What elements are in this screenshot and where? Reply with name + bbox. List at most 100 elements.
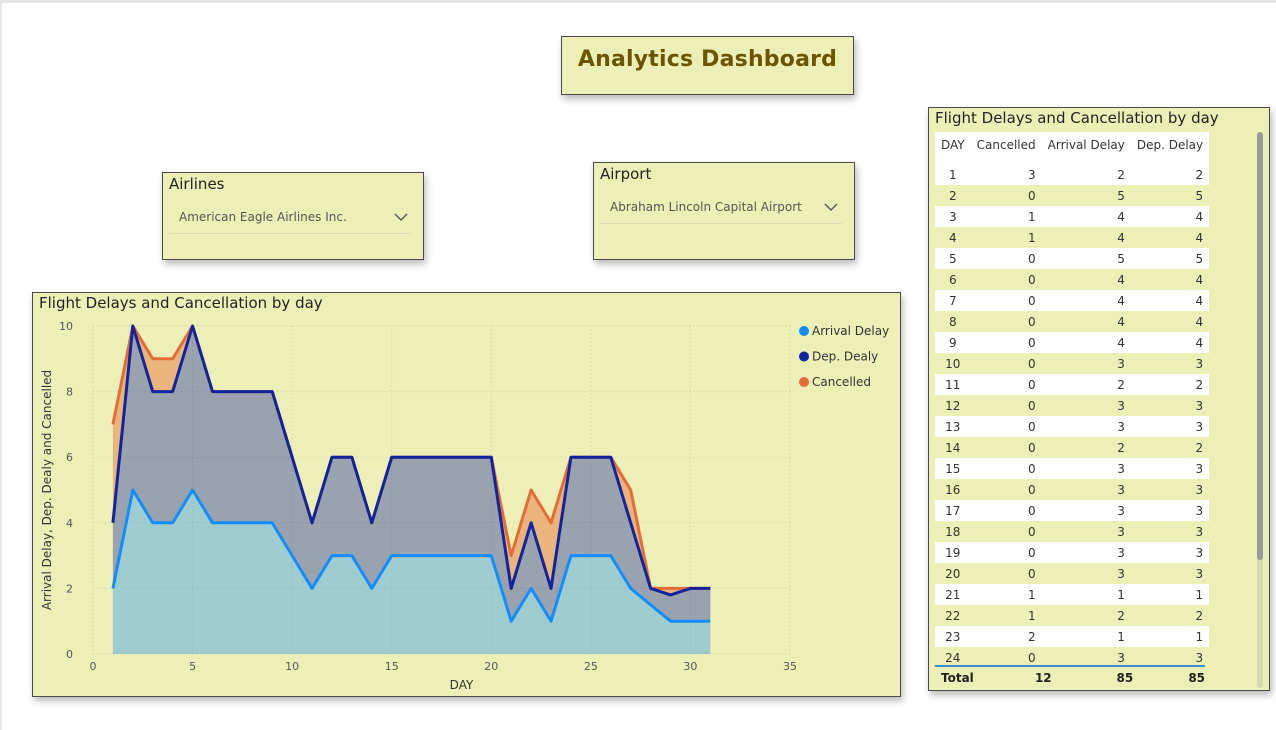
airlines-slicer: Airlines American Eagle Airlines Inc. [162,172,424,260]
cell-dep-delay: 3 [1130,353,1210,374]
cell-arrival-delay: 2 [1041,374,1131,395]
table-row[interactable]: 7044 [935,290,1210,311]
airport-slicer-title: Airport [600,165,652,183]
table-row[interactable]: 20 0 3 3 [935,563,1210,584]
cell-dep-delay: 4 [1130,311,1210,332]
legend-marker[interactable] [799,377,809,387]
column-header-cancelled[interactable]: Cancelled [970,132,1042,158]
table-row[interactable]: 15 0 3 3 [935,458,1210,479]
legend-marker[interactable] [799,326,809,336]
cell-arrival-delay: 4 [1041,206,1131,227]
airport-dropdown-underline [600,223,842,224]
airport-dropdown[interactable]: Abraham Lincoln Capital Airport [610,200,802,214]
column-header-day[interactable]: DAY [935,132,971,158]
cell-cancelled: 0 [970,521,1042,542]
column-header-arrival-delay[interactable]: Arrival Delay [1041,132,1131,158]
cell-dep-delay: 4 [1130,290,1210,311]
table-row[interactable]: 5055 [935,248,1210,269]
airlines-slicer-title: Airlines [169,175,225,193]
table-row[interactable]: 13 0 3 3 [935,416,1210,437]
cell-arrival-delay: 5 [1041,248,1131,269]
cell-arrival-delay: 1 [1041,584,1131,605]
table-row[interactable]: 21 1 1 1 [935,584,1210,605]
table-row[interactable]: 12 0 3 3 [935,395,1210,416]
table-row[interactable]: 22 1 2 2 [935,605,1210,626]
cell-day: 2 [935,185,971,206]
table-row[interactable]: 2055 [935,185,1210,206]
cell-day: 6 [935,269,971,290]
cell-dep-delay: 1 [1130,584,1210,605]
x-tick-label: 15 [385,660,399,673]
cell-arrival-delay: 3 [1041,416,1131,437]
legend-label: Cancelled [812,375,871,389]
cell-day: 19 [935,542,971,563]
table-row[interactable]: 23 2 1 1 [935,626,1210,647]
cell-dep-delay: 4 [1130,269,1210,290]
y-axis-label: Arrival Delay, Dep. Dealy and Cancelled [40,370,54,610]
cell-arrival-delay: 2 [1041,164,1131,185]
cell-arrival-delay: 4 [1041,227,1131,248]
cell-cancelled: 0 [970,185,1042,206]
table-row[interactable]: 16 0 3 3 [935,479,1210,500]
cell-cancelled: 0 [970,269,1042,290]
table-row[interactable]: 1322 [935,164,1210,185]
cell-cancelled: 0 [970,353,1042,374]
table-row[interactable]: 4144 [935,227,1210,248]
x-tick-label: 35 [783,660,797,673]
cell-cancelled: 0 [970,374,1042,395]
table-row[interactable]: 10 0 3 3 [935,353,1210,374]
total-arrival-delay: 85 [1116,671,1134,685]
cell-day: 12 [935,395,971,416]
cell-day: 1 [935,164,971,185]
y-tick-label: 4 [66,517,73,530]
table-row[interactable]: 19 0 3 3 [935,542,1210,563]
cell-cancelled: 0 [970,248,1042,269]
cell-arrival-delay: 2 [1041,437,1131,458]
x-tick-label: 20 [484,660,498,673]
table-row[interactable]: 9044 [935,332,1210,353]
cell-cancelled: 3 [970,164,1042,185]
cell-day: 5 [935,248,971,269]
cell-cancelled: 0 [970,332,1042,353]
x-tick-label: 10 [285,660,299,673]
cell-day: 3 [935,206,971,227]
cell-day: 9 [935,332,971,353]
table-row[interactable]: 18 0 3 3 [935,521,1210,542]
cell-day: 21 [935,584,971,605]
table-scrollbar-thumb[interactable] [1257,132,1263,560]
cell-dep-delay: 3 [1130,479,1210,500]
chevron-down-icon[interactable] [393,212,409,222]
x-tick-label: 5 [189,660,196,673]
cell-cancelled: 0 [970,290,1042,311]
column-header-dep-delay[interactable]: Dep. Delay [1130,132,1210,158]
cell-dep-delay: 4 [1130,227,1210,248]
cell-dep-delay: 3 [1130,458,1210,479]
cell-day: 10 [935,353,971,374]
y-tick-label: 8 [66,386,73,399]
legend-marker[interactable] [799,351,809,362]
cell-arrival-delay: 3 [1041,479,1131,500]
table-row[interactable]: 6044 [935,269,1210,290]
cell-arrival-delay: 3 [1041,500,1131,521]
cell-dep-delay: 4 [1130,206,1210,227]
cell-arrival-delay: 5 [1041,185,1131,206]
cell-cancelled: 0 [970,437,1042,458]
cell-dep-delay: 4 [1130,332,1210,353]
chevron-down-icon[interactable] [823,202,839,212]
y-tick-label: 2 [66,582,73,595]
cell-cancelled: 0 [970,500,1042,521]
table-row[interactable]: 14 0 2 2 [935,437,1210,458]
cell-arrival-delay: 4 [1041,332,1131,353]
table-row[interactable]: 3144 [935,206,1210,227]
cell-day: 23 [935,626,971,647]
cell-cancelled: 0 [970,311,1042,332]
table-row[interactable]: 11 0 2 2 [935,374,1210,395]
table-row[interactable]: 8044 [935,311,1210,332]
airport-slicer: Airport Abraham Lincoln Capital Airport [593,162,855,260]
cell-day: 4 [935,227,971,248]
cell-dep-delay: 3 [1130,416,1210,437]
cell-arrival-delay: 4 [1041,290,1131,311]
table-row[interactable]: 17 0 3 3 [935,500,1210,521]
cell-cancelled: 1 [970,206,1042,227]
airlines-dropdown[interactable]: American Eagle Airlines Inc. [179,210,347,224]
